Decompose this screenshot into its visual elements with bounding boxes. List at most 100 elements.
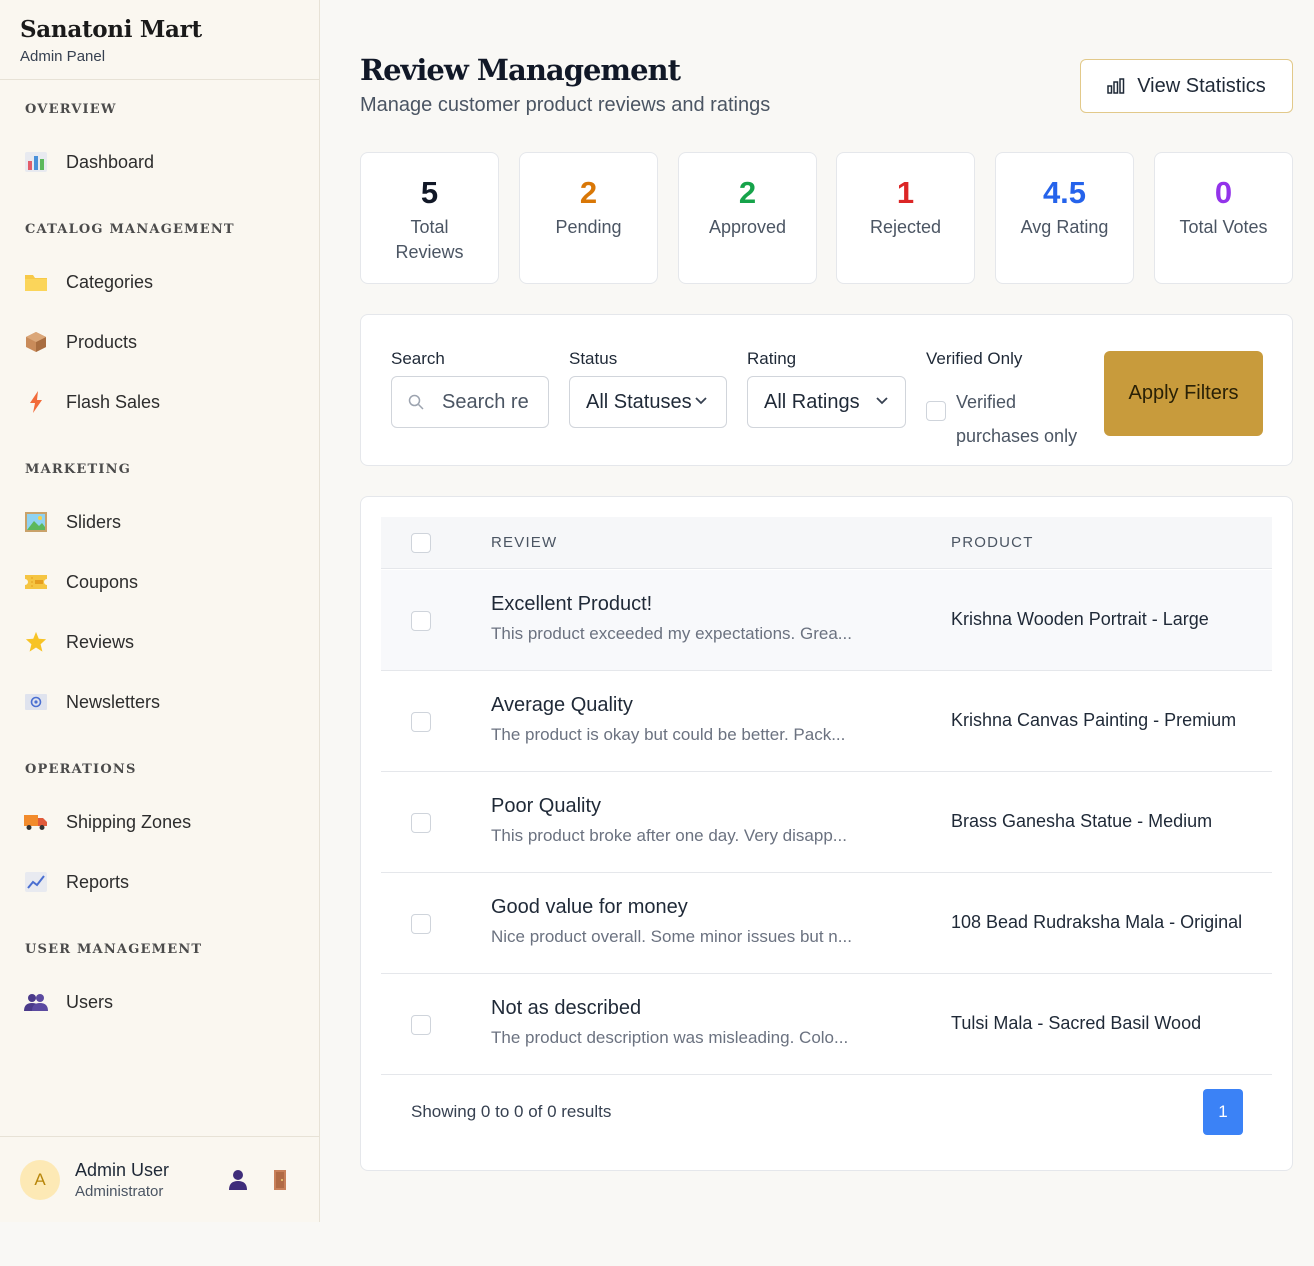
rating-label: Rating	[747, 349, 797, 368]
stat-value: 2	[738, 175, 757, 210]
brand-subtitle: Admin Panel	[20, 48, 106, 65]
verified-checkbox[interactable]	[926, 401, 946, 421]
search-input[interactable]: Search re	[391, 376, 549, 428]
sidebar-item-shipping-zones[interactable]: Shipping Zones	[0, 800, 319, 844]
sidebar-item-coupons[interactable]: Coupons	[0, 560, 319, 604]
review-title: Not as described	[491, 997, 642, 1019]
nav-section-marketing: MARKETING	[25, 462, 132, 477]
sidebar-item-dashboard[interactable]: Dashboard	[0, 140, 319, 184]
review-product: 108 Bead Rudraksha Mala - Original	[951, 912, 1243, 932]
sidebar-item-newsletters[interactable]: Newsletters	[0, 680, 319, 724]
stat-label: Avg Rating	[1020, 217, 1109, 237]
review-product: Krishna Wooden Portrait - Large	[951, 609, 1209, 629]
review-excerpt: The product is okay but could be better.…	[491, 725, 846, 744]
search-placeholder: Search re	[442, 390, 529, 413]
chevron-down-icon	[876, 397, 888, 405]
user-profile: A Admin User Administrator	[0, 1136, 319, 1222]
rating-value: All Ratings	[764, 390, 860, 413]
user-name: Admin User	[75, 1159, 170, 1180]
brand-name: Sanatoni Mart	[20, 16, 202, 43]
table-row[interactable]: Poor Quality This product broke after on…	[381, 772, 1272, 873]
page-title: Review Management	[360, 53, 681, 87]
sidebar-item-reports[interactable]: Reports	[0, 860, 319, 904]
stat-value: 4.5	[1042, 175, 1087, 210]
review-title: Poor Quality	[491, 795, 602, 817]
review-product: Krishna Canvas Painting - Premium	[951, 710, 1237, 730]
logout-door-icon[interactable]	[272, 1169, 294, 1191]
avatar[interactable]: A	[20, 1159, 60, 1200]
user-role: Administrator	[75, 1182, 164, 1200]
review-excerpt: Nice product overall. Some minor issues …	[491, 927, 852, 946]
column-header-product: PRODUCT	[951, 534, 1034, 551]
nav-section-operations: OPERATIONS	[25, 762, 137, 777]
user-info: Admin User Administrator	[75, 1160, 169, 1200]
star-icon	[24, 630, 48, 654]
sidebar-item-users[interactable]: Users	[0, 980, 319, 1024]
pagination-summary: Showing 0 to 0 of 0 results	[411, 1102, 612, 1121]
sidebar-item-label: Products	[66, 331, 138, 352]
review-excerpt: The product description was misleading. …	[491, 1028, 849, 1047]
stat-value: 0	[1214, 175, 1233, 210]
chevron-down-icon	[695, 397, 707, 405]
review-product: Tulsi Mala - Sacred Basil Wood	[951, 1013, 1202, 1033]
row-checkbox[interactable]	[411, 1015, 431, 1035]
stat-card-avg-rating: 4.5 Avg Rating	[995, 152, 1134, 284]
row-checkbox[interactable]	[411, 813, 431, 833]
status-value: All Statuses	[586, 390, 692, 413]
verified-label: Verified Only	[926, 349, 1023, 368]
stat-value: 1	[896, 175, 915, 210]
sidebar-item-categories[interactable]: Categories	[0, 260, 319, 304]
users-icon	[24, 990, 48, 1014]
filter-panel: Search Search re Status All Statuses Rat…	[360, 314, 1293, 466]
sidebar-item-label: Newsletters	[66, 691, 161, 712]
row-checkbox[interactable]	[411, 712, 431, 732]
page-subtitle: Manage customer product reviews and rati…	[360, 94, 771, 116]
ticket-icon	[24, 570, 48, 594]
stat-label: Pending	[555, 217, 622, 237]
sidebar-item-label: Sliders	[66, 511, 122, 532]
status-select[interactable]: All Statuses	[569, 376, 727, 428]
stat-label: Total Votes	[1179, 217, 1268, 237]
stat-value: 2	[579, 175, 598, 210]
sidebar-item-flash-sales[interactable]: Flash Sales	[0, 380, 319, 424]
row-checkbox[interactable]	[411, 914, 431, 934]
stat-card-approved: 2 Approved	[678, 152, 817, 284]
review-excerpt: This product broke after one day. Very d…	[491, 826, 847, 845]
profile-icon[interactable]	[227, 1169, 249, 1191]
nav-section-overview: OVERVIEW	[25, 102, 117, 117]
table-row[interactable]: Not as described The product description…	[381, 974, 1272, 1075]
review-title: Excellent Product!	[491, 593, 653, 615]
stat-label: Rejected	[869, 217, 942, 237]
nav-section-user-management: USER MANAGEMENT	[25, 942, 203, 957]
bar-chart-outline-icon	[1107, 78, 1125, 94]
table-row[interactable]: Good value for money Nice product overal…	[381, 873, 1272, 974]
row-checkbox[interactable]	[411, 611, 431, 631]
search-icon	[408, 394, 424, 410]
truck-icon	[24, 810, 48, 834]
table-row[interactable]: Average Quality The product is okay but …	[381, 671, 1272, 772]
sidebar-item-label: Reviews	[66, 631, 135, 652]
sidebar: Sanatoni Mart Admin Panel OVERVIEW Dashb…	[0, 0, 320, 1222]
sidebar-item-label: Flash Sales	[66, 391, 161, 412]
review-product: Brass Ganesha Statue - Medium	[951, 811, 1213, 831]
view-statistics-label: View Statistics	[1137, 74, 1266, 97]
line-chart-icon	[24, 870, 48, 894]
rating-select[interactable]: All Ratings	[747, 376, 906, 428]
sidebar-item-label: Categories	[66, 271, 154, 292]
reviews-table: REVIEW PRODUCT Excellent Product! This p…	[360, 496, 1293, 1171]
stat-card-total-reviews: 5 Total Reviews	[360, 152, 499, 284]
apply-filters-button[interactable]: Apply Filters	[1104, 351, 1263, 436]
sidebar-item-products[interactable]: Products	[0, 320, 319, 364]
sidebar-item-sliders[interactable]: Sliders	[0, 500, 319, 544]
sidebar-item-label: Reports	[66, 871, 130, 892]
table-row[interactable]: Excellent Product! This product exceeded…	[381, 570, 1272, 671]
stat-card-pending: 2 Pending	[519, 152, 658, 284]
package-icon	[24, 330, 48, 354]
sidebar-item-reviews[interactable]: Reviews	[0, 620, 319, 664]
review-excerpt: This product exceeded my expectations. G…	[491, 624, 852, 643]
select-all-checkbox[interactable]	[411, 533, 431, 553]
view-statistics-button[interactable]: View Statistics	[1080, 59, 1293, 113]
lightning-icon	[24, 390, 48, 414]
pagination-page-1[interactable]: 1	[1203, 1089, 1243, 1135]
column-header-review: REVIEW	[491, 534, 558, 551]
